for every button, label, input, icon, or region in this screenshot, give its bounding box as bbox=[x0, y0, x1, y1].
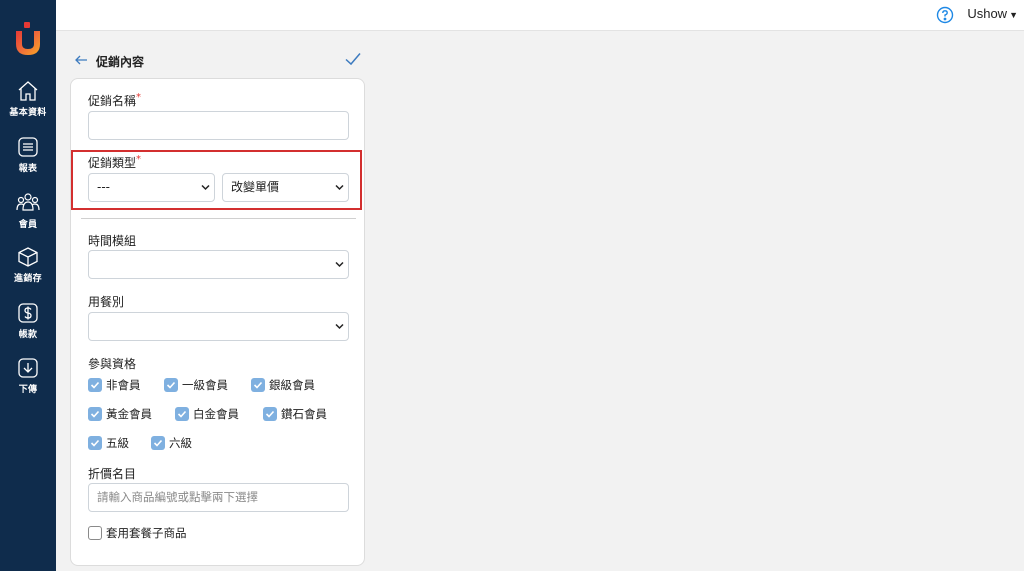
check-icon bbox=[90, 381, 100, 389]
check-icon bbox=[177, 410, 187, 418]
checkbox-box bbox=[263, 407, 277, 421]
sidebar-item-accounts[interactable]: 帳款 bbox=[0, 302, 56, 340]
chevron-down-icon bbox=[335, 323, 344, 330]
check-icon bbox=[265, 410, 275, 418]
chevron-down-icon bbox=[335, 184, 344, 191]
time-module-select[interactable] bbox=[88, 250, 349, 279]
check-icon bbox=[90, 410, 100, 418]
eligibility-label: 參與資格 bbox=[88, 357, 137, 371]
user-menu[interactable]: Ushow ▼ bbox=[967, 6, 1018, 21]
dollar-icon bbox=[18, 303, 38, 323]
checkbox-box bbox=[88, 526, 102, 540]
sidebar-item-label: 帳款 bbox=[18, 330, 38, 340]
divider bbox=[81, 218, 356, 219]
checkbox-label: 五級 bbox=[106, 436, 129, 450]
checkbox-label: 銀級會員 bbox=[269, 378, 315, 392]
checkbox-label: 白金會員 bbox=[193, 407, 239, 421]
checkbox-label: 六級 bbox=[169, 436, 192, 450]
select-value: 改變單價 bbox=[231, 180, 280, 194]
sidebar: 基本資料 報表 會員 進銷存 帳款 下傳 bbox=[0, 0, 56, 571]
check-icon bbox=[253, 381, 263, 389]
box-icon bbox=[18, 247, 38, 267]
checkbox-box bbox=[251, 378, 265, 392]
sidebar-item-label: 報表 bbox=[18, 164, 38, 174]
select-value: --- bbox=[97, 180, 110, 194]
top-bar: Ushow ▼ bbox=[56, 0, 1024, 31]
checkbox-label: 黃金會員 bbox=[106, 407, 152, 421]
question-icon[interactable] bbox=[936, 6, 954, 24]
checkbox-box bbox=[164, 378, 178, 392]
download-icon bbox=[18, 358, 38, 378]
discount-items-input[interactable]: 請輸入商品編號或點擊兩下選擇 bbox=[88, 483, 349, 512]
checkbox-label: 套用套餐子商品 bbox=[106, 526, 187, 540]
panel-title: 促銷內容 bbox=[96, 55, 145, 69]
chevron-down-icon bbox=[201, 184, 210, 191]
sidebar-item-basic-data[interactable]: 基本資料 bbox=[0, 80, 56, 118]
sidebar-item-reports[interactable]: 報表 bbox=[0, 136, 56, 174]
checkbox-box bbox=[88, 407, 102, 421]
sidebar-item-label: 下傳 bbox=[18, 385, 38, 395]
required-mark: * bbox=[136, 92, 142, 103]
check-icon[interactable] bbox=[344, 50, 362, 68]
promo-type-label-text: 促銷類型 bbox=[88, 156, 137, 170]
meal-type-select[interactable] bbox=[88, 312, 349, 341]
sidebar-item-label: 進銷存 bbox=[14, 274, 42, 284]
discount-items-label: 折價名目 bbox=[88, 467, 137, 481]
checkbox-label: 非會員 bbox=[106, 378, 141, 392]
home-icon bbox=[18, 81, 38, 101]
sidebar-item-inventory[interactable]: 進銷存 bbox=[0, 246, 56, 284]
required-mark: * bbox=[136, 154, 142, 165]
u-logo[interactable] bbox=[13, 22, 43, 56]
sidebar-item-download[interactable]: 下傳 bbox=[0, 357, 56, 395]
caret-down-icon: ▼ bbox=[1009, 10, 1018, 20]
panel-header: 促銷內容 bbox=[70, 50, 365, 72]
check-icon bbox=[90, 439, 100, 447]
promo-name-label-text: 促銷名稱 bbox=[88, 94, 137, 108]
promotion-form-card: 促銷名稱* 促銷類型* --- 改變單價 時間模組 用餐別 參與資格 非會員 一… bbox=[70, 78, 365, 566]
promo-type-label: 促銷類型* bbox=[88, 154, 141, 171]
arrow-left-icon[interactable] bbox=[73, 50, 89, 70]
promo-name-label: 促銷名稱* bbox=[88, 92, 141, 109]
sidebar-item-label: 會員 bbox=[18, 220, 38, 230]
promo-name-input[interactable] bbox=[88, 111, 349, 140]
checkbox-label: 鑽石會員 bbox=[281, 407, 327, 421]
meal-type-label: 用餐別 bbox=[88, 295, 125, 309]
check-icon bbox=[153, 439, 163, 447]
checkbox-box bbox=[88, 436, 102, 450]
checkbox-box bbox=[88, 378, 102, 392]
chevron-down-icon bbox=[335, 261, 344, 268]
check-icon bbox=[166, 381, 176, 389]
checkbox-box bbox=[151, 436, 165, 450]
checkbox-label: 一級會員 bbox=[182, 378, 228, 392]
promo-type-select-1[interactable]: --- bbox=[88, 173, 215, 202]
report-icon bbox=[18, 137, 38, 157]
sidebar-item-label: 基本資料 bbox=[9, 108, 47, 118]
promo-type-select-2[interactable]: 改變單價 bbox=[222, 173, 349, 202]
sidebar-item-members[interactable]: 會員 bbox=[0, 192, 56, 230]
checkbox-box bbox=[175, 407, 189, 421]
time-module-label: 時間模組 bbox=[88, 234, 137, 248]
user-name: Ushow bbox=[967, 6, 1008, 21]
members-icon bbox=[16, 193, 40, 211]
